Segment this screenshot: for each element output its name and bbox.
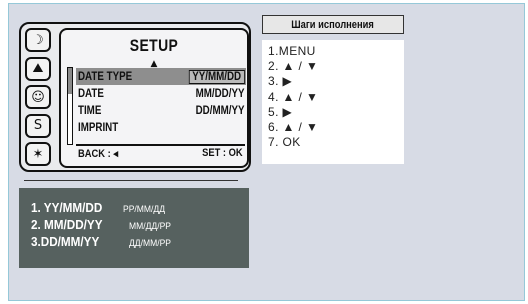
camera-lcd: ☽ ⛰ ☺ S ✶ SETUP ▲ DATE TYPE YY/MM/DD DAT… — [19, 22, 251, 172]
format-option: 1. YY/MM/DD РР/ММ/ДД — [31, 200, 170, 215]
menu-row-value[interactable]: MM/DD/YY — [195, 88, 244, 100]
menu-row-label: DATE — [78, 87, 104, 100]
menu-row-imprint[interactable]: IMPRINT — [76, 119, 246, 136]
set-hint[interactable]: SET : OK — [202, 147, 243, 160]
format-translation: РР/ММ/ДД — [123, 204, 165, 215]
portrait-icon[interactable]: ☺ — [25, 85, 51, 109]
setup-title: SETUP — [129, 36, 179, 55]
format-option: 2. MM/DD/YY ММ/ДД/РР — [31, 217, 176, 232]
divider-line — [24, 180, 238, 181]
sport-icon[interactable]: S — [25, 113, 51, 138]
date-format-panel: 1. YY/MM/DD РР/ММ/ДД 2. MM/DD/YY ММ/ДД/Р… — [19, 188, 249, 268]
step-item: 7. OK — [268, 135, 301, 150]
fireworks-icon[interactable]: ✶ — [25, 142, 51, 166]
steps-title-text: Шаги исполнения — [291, 18, 375, 31]
menu-row-value[interactable]: DD/MM/YY — [195, 105, 244, 117]
scene-mode-icons: ☽ ⛰ ☺ S ✶ — [25, 28, 55, 166]
menu-row-label: IMPRINT — [78, 121, 119, 134]
menu-row-label: DATE TYPE — [78, 70, 133, 83]
menu-row-date[interactable]: DATE MM/DD/YY — [76, 85, 246, 102]
scroll-thumb[interactable] — [68, 68, 72, 94]
night-portrait-icon[interactable]: ☽ — [25, 28, 51, 52]
menu-row-value[interactable]: YY/MM/DD — [188, 69, 244, 84]
menu-row-time[interactable]: TIME DD/MM/YY — [76, 102, 246, 119]
format-code: 2. MM/DD/YY — [31, 217, 103, 232]
step-item: 5. ▶ — [268, 104, 293, 119]
screen-divider — [76, 144, 245, 146]
step-item: 1.MENU — [268, 44, 316, 58]
step-item: 4. ▲ / ▼ — [268, 89, 319, 104]
menu-row-label: TIME — [78, 104, 102, 117]
format-code: 1. YY/MM/DD — [31, 200, 103, 215]
step-item: 6. ▲ / ▼ — [268, 120, 319, 135]
format-option: 3.DD/MM/YY ДД/ММ/РР — [31, 234, 176, 249]
screen-footer: BACK : ◂ SET : OK — [78, 147, 243, 160]
format-translation: ММ/ДД/РР — [129, 221, 171, 232]
format-translation: ДД/ММ/РР — [129, 238, 171, 249]
format-code: 3.DD/MM/YY — [31, 234, 100, 249]
back-hint[interactable]: BACK : ◂ — [78, 147, 118, 160]
step-item: 3. ▶ — [268, 74, 293, 89]
setup-screen: SETUP ▲ DATE TYPE YY/MM/DD DATE MM/DD/YY… — [59, 28, 249, 168]
step-item: 2. ▲ / ▼ — [268, 59, 319, 74]
menu-row-date-type[interactable]: DATE TYPE YY/MM/DD — [76, 68, 246, 85]
landscape-icon[interactable]: ⛰ — [25, 56, 51, 81]
steps-title: Шаги исполнения — [262, 15, 404, 34]
steps-list: 1.MENU 2. ▲ / ▼ 3. ▶ 4. ▲ / ▼ 5. ▶ 6. ▲ … — [262, 40, 404, 164]
scrollbar[interactable] — [67, 67, 73, 145]
setup-menu-list: DATE TYPE YY/MM/DD DATE MM/DD/YY TIME DD… — [76, 68, 246, 136]
